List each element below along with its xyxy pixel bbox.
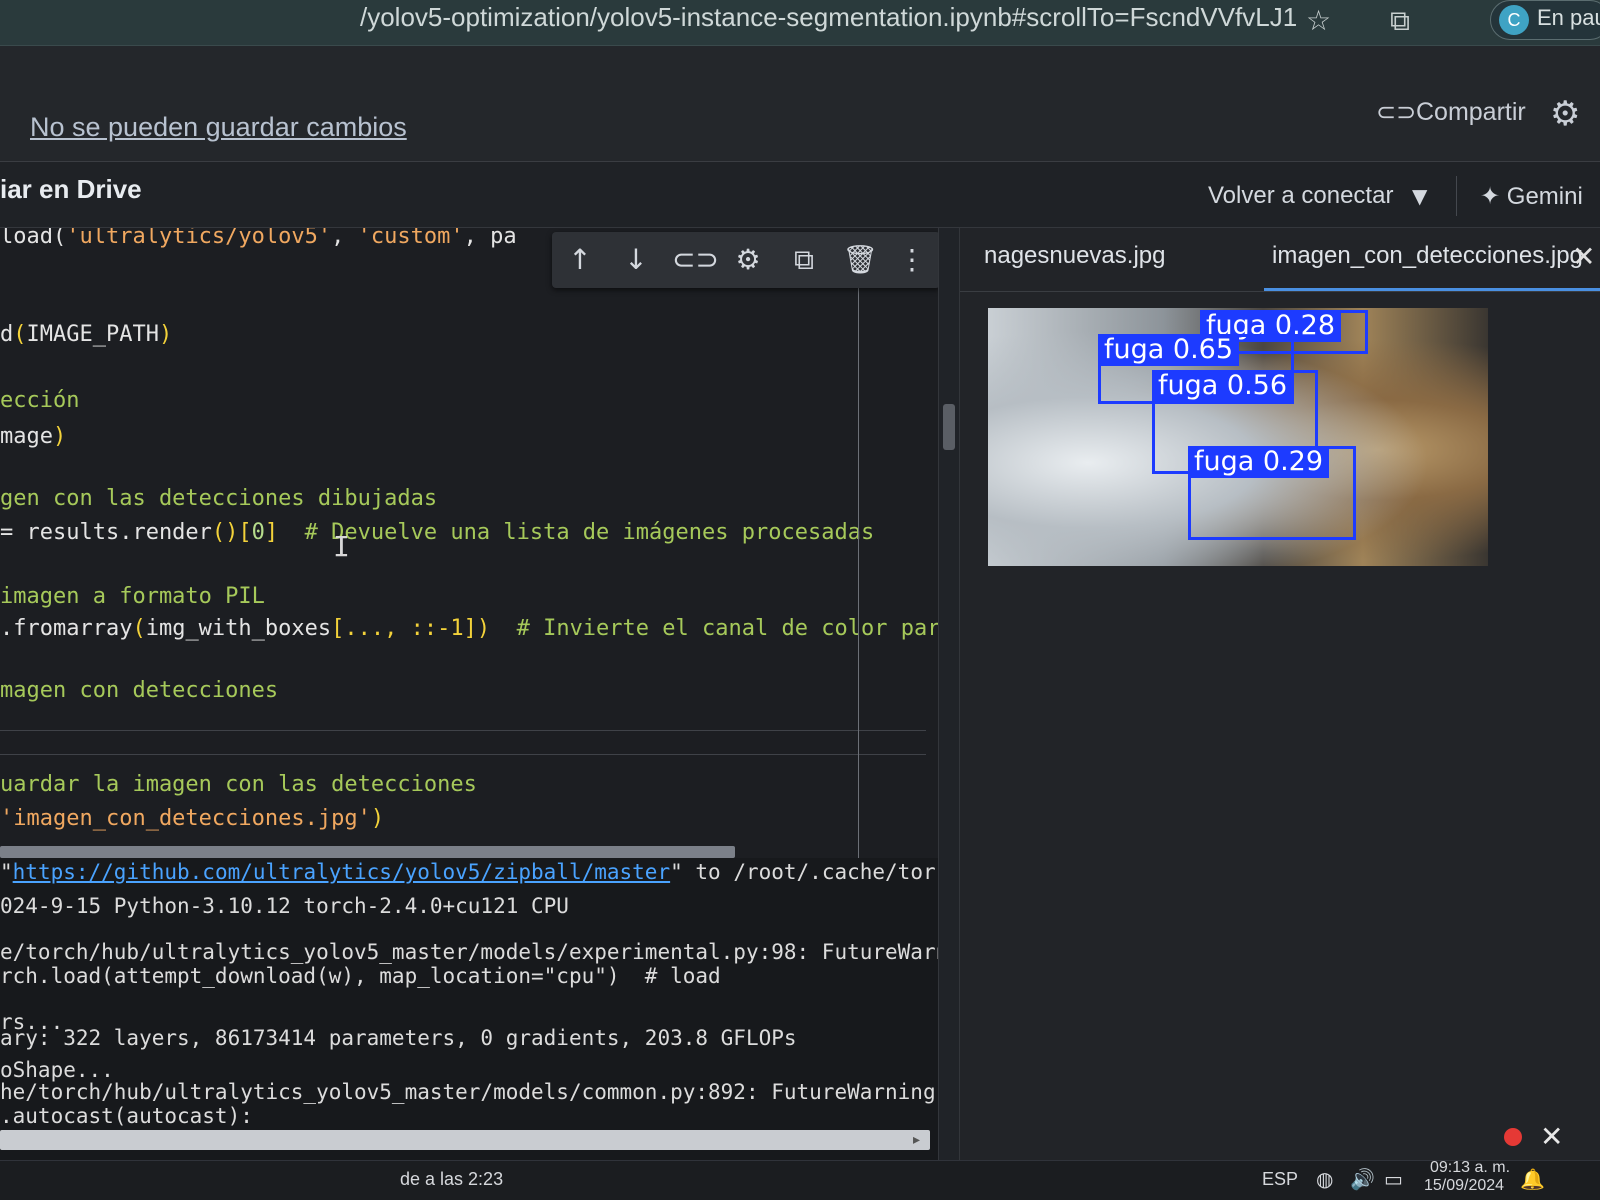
chevron-down-icon[interactable]: ▼ bbox=[1412, 184, 1427, 208]
editor-scroll-guide bbox=[858, 288, 859, 858]
output-line: ary: 322 layers, 86173414 parameters, 0 … bbox=[0, 1026, 797, 1050]
output-line: e/torch/hub/ultralytics_yolov5_master/mo… bbox=[0, 940, 938, 964]
output-line: he/torch/hub/ultralytics_yolov5_master/m… bbox=[0, 1080, 938, 1104]
address-url[interactable]: /yolov5-optimization/yolov5-instance-seg… bbox=[360, 2, 1297, 33]
output-line: oShape... bbox=[0, 1058, 114, 1082]
share-button[interactable]: ⊂⊃Compartir bbox=[1376, 98, 1526, 138]
gemini-button[interactable]: ✦ Gemini bbox=[1480, 182, 1583, 211]
delete-icon[interactable]: 🗑 bbox=[840, 238, 880, 282]
notebook-header: No se pueden guardar cambios ⊂⊃Compartir… bbox=[0, 46, 1600, 162]
close-icon[interactable]: ✕ bbox=[1540, 1120, 1563, 1153]
volume-icon[interactable]: 🔊 bbox=[1350, 1167, 1375, 1191]
file-viewer: nagesnuevas.jpg imagen_con_detecciones.j… bbox=[960, 228, 1600, 1160]
output-line: 024-9-15 Python-3.10.12 torch-2.4.0+cu12… bbox=[0, 894, 569, 918]
notebook-toolbar: iar en Drive Volver a conectar ▼ ✦ Gemin… bbox=[0, 162, 1600, 228]
code-cell-editor[interactable]: load('ultralytics/yolov5', 'custom', pa … bbox=[0, 228, 938, 858]
profile-chip[interactable]: C En pau bbox=[1490, 0, 1600, 40]
text-cursor-icon: I bbox=[333, 530, 350, 563]
code-comment: uardar la imagen con las detecciones bbox=[0, 772, 477, 797]
clock-time[interactable]: 09:13 a. m. bbox=[1430, 1159, 1510, 1177]
cell-toolbar: ↑ ↓ ⊂⊃ ⚙ ⧉ 🗑 ⋮ bbox=[552, 232, 940, 288]
close-icon[interactable]: ✕ bbox=[1572, 240, 1595, 273]
code-line: .fromarray(img_with_boxes[..., ::-1]) # … bbox=[0, 616, 938, 641]
active-tab-indicator bbox=[1264, 288, 1600, 291]
detection-label: fuga 0.29 bbox=[1188, 446, 1330, 478]
sparkle-icon: ✦ bbox=[1480, 183, 1507, 210]
code-comment: imagen a formato PIL bbox=[0, 584, 265, 609]
editor-horizontal-scrollbar[interactable] bbox=[0, 846, 735, 858]
tabs-divider bbox=[960, 291, 1600, 292]
network-icon[interactable]: ◍ bbox=[1316, 1167, 1333, 1191]
detection-image: fuga 0.28 fuga 0.65 fuga 0.56 fuga 0.29 bbox=[988, 308, 1488, 566]
clock-date[interactable]: 15/09/2024 bbox=[1424, 1177, 1504, 1195]
detection-label: fuga 0.56 bbox=[1152, 370, 1294, 402]
arrow-up-icon[interactable]: ↑ bbox=[560, 238, 600, 282]
arrow-down-icon[interactable]: ↓ bbox=[616, 238, 656, 282]
detection-label: fuga 0.65 bbox=[1098, 334, 1240, 366]
battery-icon[interactable]: ▭ bbox=[1384, 1167, 1403, 1191]
code-comment: gen con las detecciones dibujadas bbox=[0, 486, 438, 511]
copy-to-drive-button[interactable]: iar en Drive bbox=[0, 174, 142, 205]
comment-link-icon[interactable]: ⊂⊃ bbox=[672, 238, 719, 282]
code-line: mage) bbox=[0, 424, 67, 449]
code-line: load('ultralytics/yolov5', 'custom', pa bbox=[0, 228, 517, 249]
notification-bell-icon[interactable]: 🔔 bbox=[1520, 1167, 1545, 1191]
more-vert-icon[interactable]: ⋮ bbox=[892, 238, 932, 282]
output-line: "https://github.com/ultralytics/yolov5/z… bbox=[0, 860, 936, 884]
toolbar-divider bbox=[1456, 176, 1457, 216]
cell-output: "https://github.com/ultralytics/yolov5/z… bbox=[0, 858, 938, 1160]
splitter-handle[interactable] bbox=[943, 404, 955, 450]
language-indicator[interactable]: ESP bbox=[1262, 1169, 1298, 1190]
scroll-right-icon[interactable]: ▸ bbox=[913, 1130, 920, 1150]
mirror-cell-icon[interactable]: ⧉ bbox=[784, 238, 824, 282]
output-horizontal-scrollbar[interactable]: ▸ bbox=[0, 1130, 930, 1150]
output-link[interactable]: https://github.com/ultralytics/yolov5/zi… bbox=[13, 860, 670, 884]
extension-icon[interactable]: ⧉ bbox=[1390, 4, 1410, 38]
reconnect-button[interactable]: Volver a conectar bbox=[1208, 182, 1393, 210]
link-icon: ⊂⊃ bbox=[1376, 99, 1417, 126]
cell-divider bbox=[0, 754, 926, 755]
code-line: 'imagen_con_detecciones.jpg') bbox=[0, 806, 385, 831]
pane-splitter[interactable] bbox=[938, 228, 960, 1160]
profile-label: En pau bbox=[1537, 5, 1600, 30]
cell-divider bbox=[0, 730, 926, 731]
avatar: C bbox=[1499, 5, 1529, 35]
star-icon[interactable]: ☆ bbox=[1306, 4, 1331, 37]
code-comment: magen con detecciones bbox=[0, 678, 279, 703]
output-line: rch.load(attempt_download(w), map_locati… bbox=[0, 964, 721, 988]
code-line: d(IMAGE_PATH) bbox=[0, 322, 173, 347]
taskbar-status: de a las 2:23 bbox=[400, 1169, 504, 1189]
gemini-label: Gemini bbox=[1506, 183, 1583, 210]
code-comment: ección bbox=[0, 388, 80, 413]
cell-settings-icon[interactable]: ⚙ bbox=[728, 238, 768, 282]
gear-icon[interactable]: ⚙ bbox=[1550, 94, 1580, 134]
os-taskbar: de a las 2:23 ESP ◍ 🔊 ▭ 09:13 a. m. 15/0… bbox=[0, 1159, 1600, 1200]
tab-imagen-con-detecciones[interactable]: imagen_con_detecciones.jpg bbox=[1272, 242, 1583, 270]
record-dot-icon[interactable] bbox=[1504, 1128, 1522, 1146]
save-warning-link[interactable]: No se pueden guardar cambios bbox=[30, 112, 407, 143]
tab-imagesnuevas[interactable]: nagesnuevas.jpg bbox=[984, 242, 1165, 270]
output-line: .autocast(autocast): bbox=[0, 1104, 253, 1128]
share-label: Compartir bbox=[1416, 98, 1526, 126]
browser-address-bar: /yolov5-optimization/yolov5-instance-seg… bbox=[0, 0, 1600, 46]
code-line: = results.render()[0] # Devuelve una lis… bbox=[0, 520, 875, 545]
